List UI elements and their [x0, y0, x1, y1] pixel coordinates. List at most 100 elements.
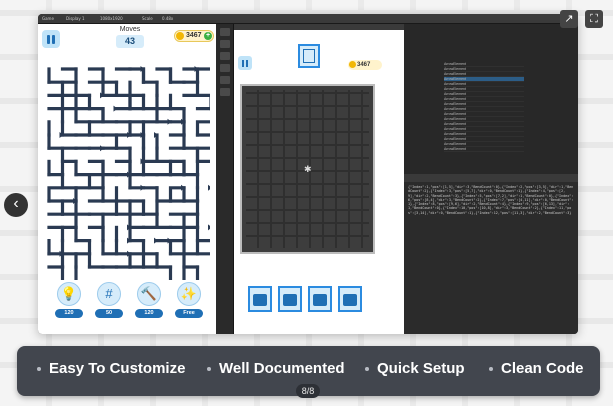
scene-header	[234, 24, 404, 30]
previous-slide-button[interactable]: ‹	[4, 193, 28, 217]
fullscreen-button[interactable]: ⛶	[585, 10, 603, 28]
move-tool-icon[interactable]	[219, 40, 230, 48]
maze-arrow-segment[interactable]	[74, 212, 92, 229]
rotate-tool-icon[interactable]	[219, 52, 230, 60]
maze-arrow-segment[interactable]	[87, 173, 105, 190]
toolbar-display[interactable]: Display 1	[66, 16, 85, 21]
scale-tool-icon[interactable]	[219, 64, 230, 72]
feature-item: Easy To Customize	[37, 360, 185, 377]
maze-arrow-segment[interactable]	[60, 80, 78, 97]
maze-arrow-segment[interactable]	[128, 199, 146, 216]
feature-item: Clean Code	[489, 360, 584, 377]
maze-arrow-segment[interactable]	[47, 225, 65, 243]
scene-powerup-row	[248, 286, 388, 316]
maze-arrow-segment[interactable]	[60, 107, 78, 124]
scene-maze-board[interactable]: ✱	[240, 84, 375, 254]
share-icon: ↗	[564, 13, 574, 25]
toolbar-scale-label: Scale	[142, 16, 153, 21]
maze-arrow-segment[interactable]	[101, 133, 119, 150]
rect-tool-icon[interactable]	[219, 76, 230, 84]
maze-arrow-segment[interactable]	[168, 159, 186, 177]
maze-arrow-segment[interactable]	[195, 146, 211, 163]
powerup-hint[interactable]: 💡 120	[54, 282, 84, 318]
maze-arrow-segment[interactable]	[60, 252, 78, 269]
feature-item: Quick Setup	[365, 360, 465, 377]
scene-coin-amount: 3467	[357, 62, 371, 68]
maze-arrow-segment[interactable]	[155, 67, 173, 84]
moves-value: 43	[116, 35, 144, 48]
hand-tool-icon[interactable]	[219, 28, 230, 36]
add-coins-button[interactable]: +	[204, 32, 212, 40]
maze-arrow-segment[interactable]	[182, 146, 200, 163]
sparkle-icon: ✨	[177, 282, 201, 306]
maze-arrow-segment[interactable]	[47, 93, 65, 111]
maze-arrow-segment[interactable]	[128, 225, 146, 243]
hammer-icon: 🔨	[137, 282, 161, 306]
maze-arrow-segment[interactable]	[155, 199, 173, 216]
maze-arrow-segment[interactable]	[87, 107, 105, 124]
arrow-maze[interactable]	[46, 66, 210, 280]
inspector-panel: {"Index":1,"pos":[1,5],"dir":3,"BendCoun…	[404, 182, 578, 334]
coin-icon	[176, 32, 184, 40]
level-json-text: {"Index":1,"pos":[1,5],"dir":3,"BendCoun…	[408, 185, 574, 215]
hierarchy-item[interactable]: ArrowElement	[444, 147, 524, 152]
grid-icon: #	[97, 282, 121, 306]
arrow-head-icon	[140, 184, 145, 191]
maze-arrow-segment[interactable]	[155, 159, 173, 177]
coin-icon	[349, 61, 356, 68]
maze-arrow-segment[interactable]	[47, 146, 65, 163]
scene-pause-icon	[238, 56, 252, 70]
maze-arrow-segment[interactable]	[141, 159, 159, 177]
pause-button[interactable]	[42, 30, 60, 48]
powerup-sparkle[interactable]: ✨ Free	[174, 282, 204, 318]
arrow-head-icon	[154, 237, 158, 244]
maze-arrow-segment[interactable]	[87, 120, 105, 137]
scene-view[interactable]: 3467 ✱	[234, 24, 404, 334]
maze-arrow-segment[interactable]	[74, 186, 92, 203]
maze-arrow-segment[interactable]	[182, 225, 200, 243]
scene-powerup-gizmo[interactable]	[248, 286, 272, 312]
maze-arrow-segment[interactable]	[195, 159, 211, 177]
maze-arrow-segment[interactable]	[114, 93, 132, 111]
maze-arrow-segment[interactable]	[74, 173, 92, 190]
arrow-head-icon	[167, 118, 172, 125]
maze-arrow-segment[interactable]	[101, 199, 119, 216]
maze-arrow-segment[interactable]	[87, 225, 105, 243]
powerup-hammer[interactable]: 🔨 120	[134, 282, 164, 318]
maze-arrow-segment[interactable]	[141, 107, 159, 124]
maze-arrow-segment[interactable]	[195, 239, 211, 256]
maze-arrow-segment[interactable]	[87, 212, 105, 229]
feature-item: Well Documented	[207, 360, 345, 377]
scene-powerup-gizmo[interactable]	[278, 286, 302, 312]
scene-powerup-gizmo[interactable]	[308, 286, 332, 312]
maze-arrow-segment[interactable]	[195, 67, 211, 84]
maze-arrow-segment[interactable]	[47, 186, 65, 203]
toolbar-game-label[interactable]: Game	[42, 16, 54, 21]
toolbar-scale-value[interactable]: 0.48x	[162, 16, 173, 21]
maze-arrow-segment[interactable]	[168, 252, 186, 269]
selected-gizmo[interactable]	[298, 44, 320, 68]
bulb-icon: 💡	[57, 282, 81, 306]
arrow-head-icon	[113, 105, 118, 112]
maze-arrow-segment[interactable]	[87, 159, 105, 177]
transform-tool-icon[interactable]	[219, 88, 230, 96]
maze-arrow-segment[interactable]	[182, 212, 200, 229]
moves-label: Moves	[119, 26, 141, 33]
maze-arrow-segment[interactable]	[128, 252, 146, 269]
toolbar-resolution[interactable]: 1080x1920	[100, 16, 123, 21]
inspector-tabs: Inspector Project	[404, 174, 578, 188]
scene-powerup-gizmo[interactable]	[338, 286, 362, 312]
maze-arrow-segment[interactable]	[60, 159, 78, 177]
maze-arrow-segment[interactable]	[182, 265, 200, 280]
maze-arrow-segment[interactable]	[74, 252, 92, 269]
maze-arrow-segment[interactable]	[74, 107, 92, 124]
coin-counter: 3467 +	[174, 30, 214, 42]
maze-arrow-segment[interactable]	[195, 120, 211, 137]
maze-arrow-segment[interactable]	[195, 93, 211, 111]
share-button[interactable]: ↗	[560, 10, 578, 28]
maze-arrow-segment[interactable]	[60, 93, 78, 111]
fullscreen-icon: ⛶	[590, 13, 598, 25]
maze-arrow-segment[interactable]	[128, 93, 146, 111]
powerup-grid[interactable]: # 50	[94, 282, 124, 318]
maze-arrow-segment[interactable]	[128, 212, 146, 229]
